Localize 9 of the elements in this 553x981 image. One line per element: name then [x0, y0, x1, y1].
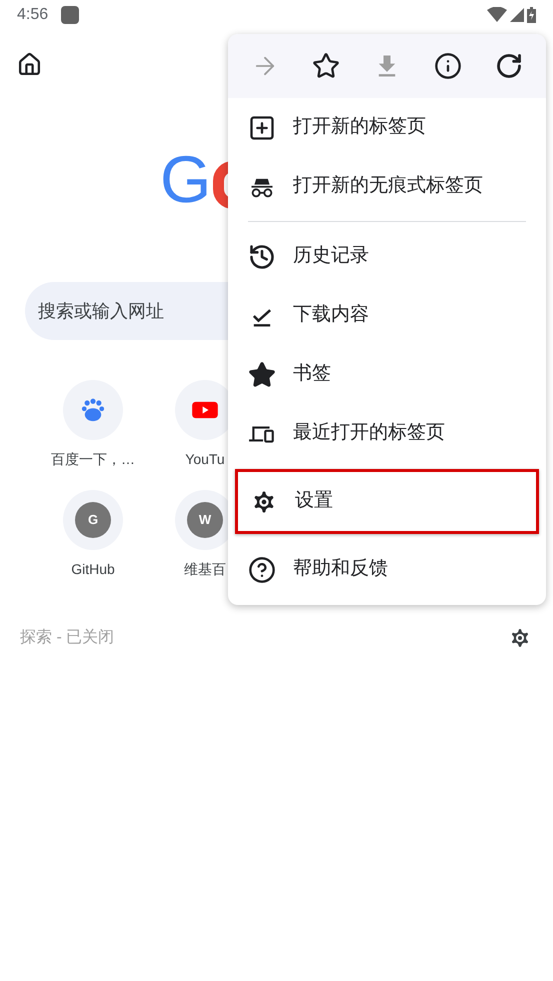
shortcut-label: 维基百: [184, 560, 226, 579]
shortcut-label: 百度一下，…: [51, 450, 135, 469]
letter-avatar: G: [75, 502, 111, 538]
logo: G: [160, 146, 212, 212]
letter-avatar: W: [187, 502, 223, 538]
status-time: 4:56: [17, 5, 48, 25]
shortcut-label: YouTu: [185, 450, 225, 469]
explore-label: 探索 - 已关闭: [20, 628, 114, 648]
shortcut-label: GitHub: [71, 560, 115, 579]
